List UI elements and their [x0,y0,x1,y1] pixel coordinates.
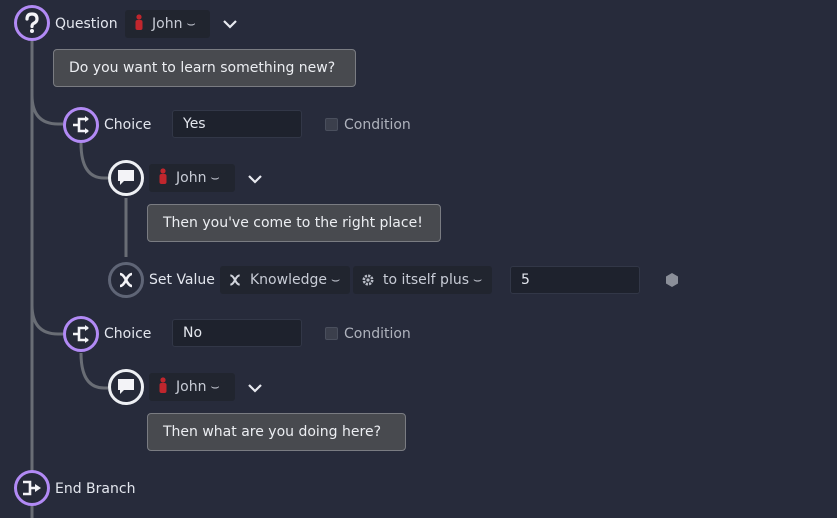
variable-icon[interactable] [108,262,144,298]
choice-text-input[interactable]: No [172,319,302,347]
choice-label: Choice [104,326,152,342]
character-icon [135,14,143,34]
dropdown-arrow-icon: ⌣ [330,272,341,288]
message-text: Then what are you doing here? [163,424,381,440]
operation-dropdown[interactable]: to itself plus ⌣ [353,266,492,294]
gear-icon [361,273,375,287]
choice-icon[interactable] [63,107,99,143]
question-text: Do you want to learn something new? [69,60,336,76]
question-label: Question [55,16,118,32]
question-character-dropdown[interactable]: John ⌣ [125,10,210,38]
operation-name: to itself plus [383,272,470,288]
message-character-dropdown[interactable]: John ⌣ [149,164,235,192]
condition-checkbox[interactable] [325,118,338,131]
amount-input[interactable]: 5 [510,266,640,294]
message-text: Then you've come to the right place! [163,215,423,231]
condition-label: Condition [344,326,411,342]
character-icon [159,168,167,188]
question-icon[interactable] [14,5,50,41]
end-branch-label: End Branch [55,481,136,497]
question-character-name: John [152,16,183,32]
speech-bubble-icon[interactable] [108,369,144,405]
choice-text-input[interactable]: Yes [172,110,302,138]
message-character-name: John [176,379,207,395]
message-character-dropdown[interactable]: John ⌣ [149,373,235,401]
dropdown-arrow-icon: ⌣ [473,272,483,288]
question-text-bubble[interactable]: Do you want to learn something new? [53,49,356,87]
chevron-down-icon[interactable] [247,171,263,187]
set-value-label: Set Value [149,272,215,288]
message-character-name: John [176,170,207,186]
hexagon-icon[interactable] [664,272,680,288]
chevron-down-icon[interactable] [222,16,238,32]
speech-bubble-icon[interactable] [108,160,144,196]
condition-checkbox[interactable] [325,327,338,340]
variable-name: Knowledge [250,272,327,288]
choice-icon[interactable] [63,316,99,352]
dropdown-arrow-icon: ⌣ [210,379,220,395]
chevron-down-icon[interactable] [247,380,263,396]
message-text-bubble[interactable]: Then you've come to the right place! [147,204,441,242]
variable-dropdown[interactable]: Knowledge ⌣ [220,266,350,294]
variable-icon [228,273,242,287]
choice-label: Choice [104,117,152,133]
condition-label: Condition [344,117,411,133]
message-text-bubble[interactable]: Then what are you doing here? [147,413,406,451]
character-icon [159,377,167,397]
end-branch-icon[interactable] [14,470,50,506]
dropdown-arrow-icon: ⌣ [186,16,196,32]
dropdown-arrow-icon: ⌣ [210,170,220,186]
